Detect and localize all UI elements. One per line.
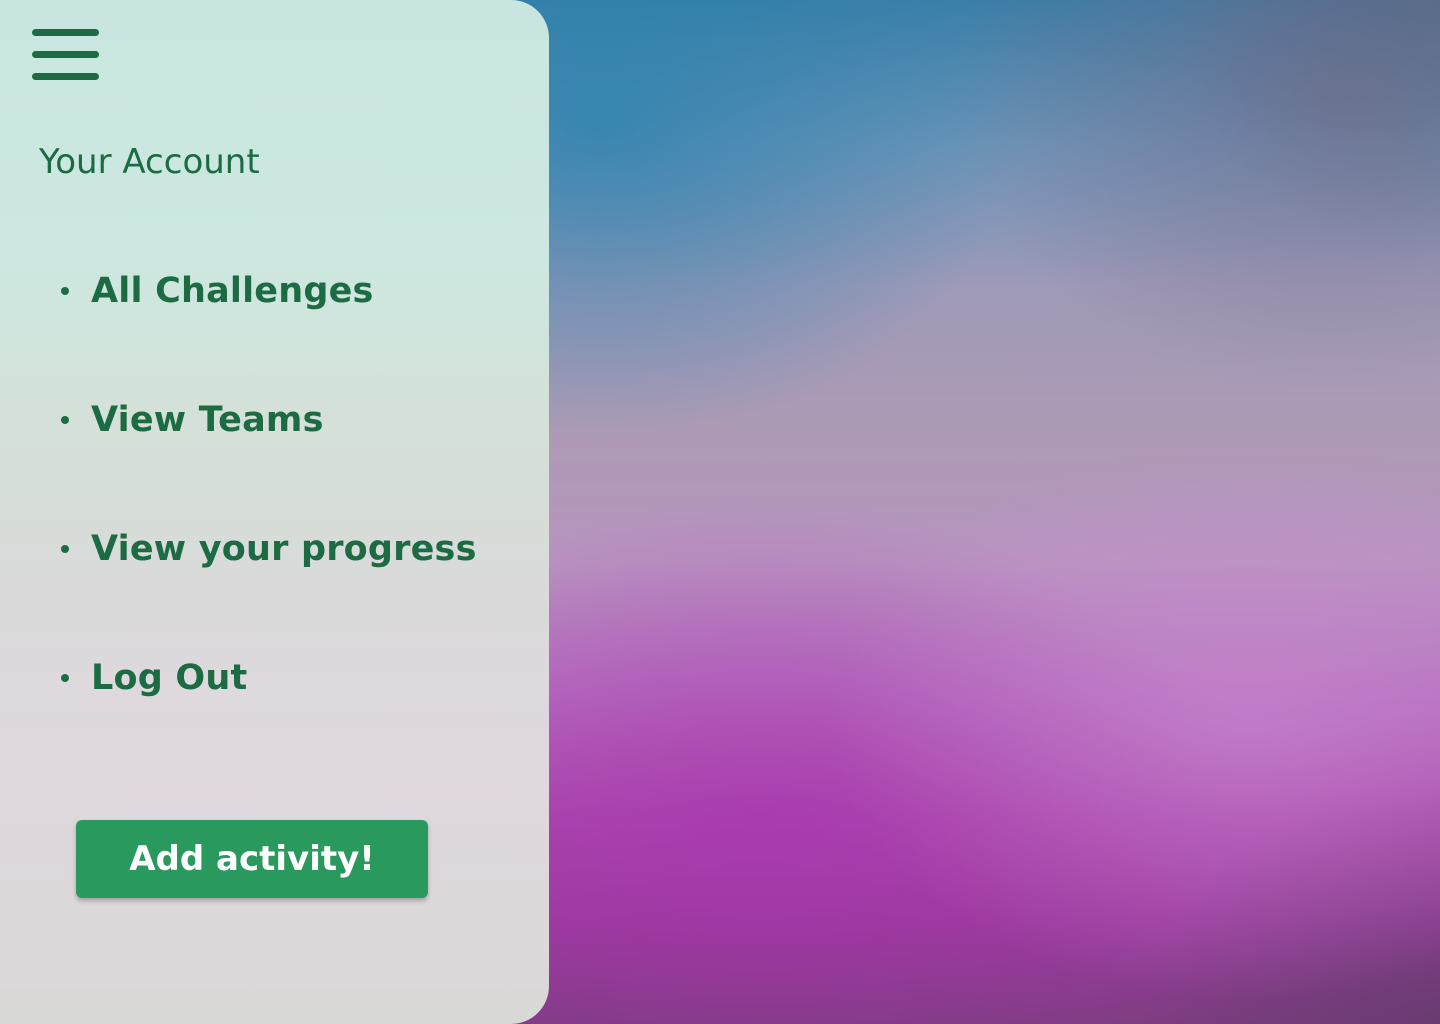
menu-icon-bar-middle	[32, 51, 99, 58]
add-activity-button[interactable]: Add activity!	[76, 820, 428, 898]
bullet-dot	[61, 674, 69, 682]
sidebar-item-label: Log Out	[91, 658, 248, 698]
sidebar-item-view-teams[interactable]: View Teams	[56, 395, 324, 445]
menu-icon-bar-bottom	[32, 73, 99, 80]
hamburger-menu-icon[interactable]	[32, 29, 99, 82]
sidebar-item-label: All Challenges	[91, 271, 374, 311]
your-account-heading: Your Account	[39, 142, 260, 182]
sidebar-item-log-out[interactable]: Log Out	[56, 653, 247, 703]
sidebar-item-label: View Teams	[91, 400, 324, 440]
menu-icon-bar-top	[32, 29, 99, 36]
bullet-dot	[61, 416, 69, 424]
bullet-dot	[61, 287, 69, 295]
sidebar-item-view-progress[interactable]: View your progress	[56, 524, 477, 574]
sidebar-item-all-challenges[interactable]: All Challenges	[56, 266, 374, 316]
sidebar-item-label: View your progress	[91, 529, 477, 569]
sidebar-panel: Your Account All Challenges View Teams V…	[0, 0, 549, 1024]
bullet-dot	[61, 545, 69, 553]
